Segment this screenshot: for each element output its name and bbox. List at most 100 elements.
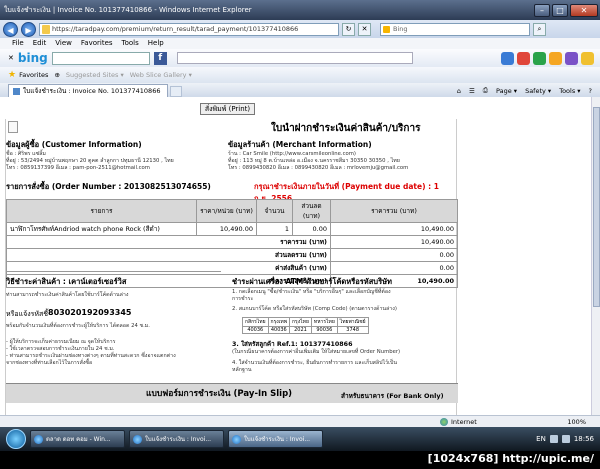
window-titlebar: ใบแจ้งชำระเงิน | Invoice No. 10137741086… xyxy=(0,0,600,20)
news-icon[interactable] xyxy=(533,51,546,65)
close-toolbar-icon[interactable]: ✕ xyxy=(8,54,14,62)
forward-button[interactable]: ▶ xyxy=(21,21,36,37)
code-kbank: 40036 xyxy=(242,326,269,334)
bank-ktb: กรุงไทย xyxy=(289,317,312,327)
atm-step-3: 3. ใส่หรัสลูกค้า Ref.1: 101377410866 xyxy=(232,341,353,348)
menu-bar: File Edit View Favorites Tools Help xyxy=(0,38,600,49)
counter-instruction: ท่านสามารถชำระเงินค่าสินค้าโดยใช้บาร์โค้… xyxy=(6,292,129,298)
menu-help[interactable]: Help xyxy=(148,38,164,49)
col-total: ราคารวม (บาท) xyxy=(330,199,458,223)
scrollbar-thumb[interactable] xyxy=(593,107,600,307)
order-number: รายการสั่งซื้อ (Order Number : 201308251… xyxy=(6,182,211,191)
volume-icon[interactable] xyxy=(561,435,570,443)
maximize-button[interactable]: □ xyxy=(552,3,568,17)
security-zone: Internet xyxy=(440,417,477,426)
address-bar: ◀ ▶ https://taradpay.com/premium/return_… xyxy=(0,20,600,38)
tab-invoice[interactable]: ใบแจ้งชำระเงิน : Invoice No. 10137741086… xyxy=(8,84,168,97)
menu-view[interactable]: View xyxy=(55,38,72,49)
tab-bar: ใบแจ้งชำระเงิน : Invoice No. 10137741086… xyxy=(0,83,600,97)
taskbar-item-invoice-2[interactable]: ใบแจ้งชำระเงิน : Invoi... xyxy=(228,430,323,448)
facebook-icon[interactable]: f xyxy=(153,51,167,65)
discount-total-value: 0.00 xyxy=(330,248,458,262)
star-icon[interactable] xyxy=(549,51,562,65)
ie-icon xyxy=(232,434,241,444)
favorites-button[interactable]: ★ Favorites xyxy=(8,70,48,80)
settings-icon[interactable] xyxy=(565,51,578,65)
safety-menu[interactable]: Safety ▾ xyxy=(525,87,551,95)
atm-step-1b: การชำระ xyxy=(232,296,254,302)
payslip-title: แบบฟอร์มการชำระเงิน (Pay-In Slip) xyxy=(146,389,293,399)
customer-heading: ข้อมูลผู้ซื้อ (Customer Information) xyxy=(6,140,142,149)
merchant-contact: โทร : 0899430820 อีเมล : 0899430820 อีเม… xyxy=(228,165,409,171)
search-input[interactable]: Bing xyxy=(380,22,530,36)
toolbar-icons xyxy=(501,51,600,65)
counter-instruction-2: พร้อมกับจำนวนเงินที่ต้องการชำระผู้ให้บริ… xyxy=(6,323,150,329)
start-button[interactable] xyxy=(6,429,26,449)
atm-heading: ชำระผ่านเครื่อง ATM ด้วยบาร์โค้ดหรือรหัส… xyxy=(232,277,392,286)
toolbar-search-input[interactable] xyxy=(51,51,150,65)
menu-favorites[interactable]: Favorites xyxy=(81,38,113,49)
mail-icon[interactable] xyxy=(517,51,530,65)
col-qty: จำนวน xyxy=(256,199,293,223)
tools-menu[interactable]: Tools ▾ xyxy=(559,87,580,95)
atm-step-2: 2. สแกนบาร์โค้ด หรือใส่รหัสบริษัท (Comp … xyxy=(232,306,397,312)
menu-tools[interactable]: Tools xyxy=(122,38,139,49)
item-price: 10,490.00 xyxy=(196,222,257,236)
back-button[interactable]: ◀ xyxy=(3,21,18,37)
network-icon[interactable] xyxy=(549,435,558,443)
language-indicator[interactable]: EN xyxy=(536,435,546,443)
minimize-button[interactable]: – xyxy=(534,3,550,17)
add-favorite-icon[interactable]: ⊕ xyxy=(54,71,59,79)
clock[interactable]: 18:56 xyxy=(574,435,594,443)
page-menu[interactable]: Page ▾ xyxy=(496,87,517,95)
tab-label: ใบแจ้งชำระเงิน : Invoice No. 10137741086… xyxy=(23,87,161,95)
taskbar-item-invoice-1[interactable]: ใบแจ้งชำระเงิน : Invoi... xyxy=(129,430,224,448)
status-bar: Internet 100% xyxy=(0,415,600,427)
taskbar-item-tarad[interactable]: ตลาด ดอท คอม - Win... xyxy=(30,430,125,448)
item-discount: 0.00 xyxy=(292,222,331,236)
code-ktb: 2021 xyxy=(289,326,312,334)
comp-code-table: กสิกรไทย กรุงเทพ กรุงไทย ทหารไทย ไทยพาณิ… xyxy=(242,317,369,334)
taskbar-label: ใบแจ้งชำระเงิน : Invoi... xyxy=(145,436,212,443)
stop-button[interactable]: ✕ xyxy=(358,22,371,36)
menu-file[interactable]: File xyxy=(12,38,24,49)
item-qty: 1 xyxy=(256,222,293,236)
table-header-row: รายการ ราคา/หน่วย (บาท) จำนวน ส่วนลด (บา… xyxy=(6,199,458,223)
bank-only-label: สำหรับธนาคาร (For Bank Only) xyxy=(341,392,444,400)
url-field[interactable]: https://taradpay.com/premium/return_resu… xyxy=(39,22,339,36)
watermark-text: [1024x768] http://upic.me/ xyxy=(427,452,594,465)
close-button[interactable]: ✕ xyxy=(570,3,598,17)
web-slice-gallery[interactable]: Web Slice Gallery ▾ xyxy=(130,71,192,79)
customer-contact: โทร : 0859137399 อีเมล : pam-pon-2511@ho… xyxy=(6,165,150,171)
code-tmb: 90036 xyxy=(310,326,338,334)
home-icon[interactable]: ⌂ xyxy=(457,87,461,95)
search-icon[interactable]: ⌕ xyxy=(533,22,546,36)
atm-step-4: 4. ใส่จำนวนเงินที่ต้องการชำระ, ยืนยันการ… xyxy=(232,360,397,366)
system-tray: EN 18:56 xyxy=(536,435,600,443)
customer-name: ชื่อ : ศิริพร แซ่ลิ้ม xyxy=(6,151,46,157)
feeds-icon[interactable]: ☰ xyxy=(469,87,475,95)
page-content: สั่งพิมพ์ (Print) ใบนำฝากชำระเงินค่าสินค… xyxy=(0,97,600,415)
print-icon[interactable]: ⎙ xyxy=(483,86,488,95)
zoom-level[interactable]: 100% xyxy=(567,418,600,426)
suggested-sites[interactable]: Suggested Sites ▾ xyxy=(66,71,124,79)
subtotal-value: 10,490.00 xyxy=(330,235,458,249)
vertical-scrollbar[interactable] xyxy=(591,97,600,415)
help-icon[interactable]: ? xyxy=(589,87,592,95)
menu-edit[interactable]: Edit xyxy=(33,38,47,49)
weather-icon[interactable] xyxy=(501,51,514,65)
print-button[interactable]: สั่งพิมพ์ (Print) xyxy=(200,103,255,115)
globe-icon xyxy=(440,417,448,426)
code-scb: 3748 xyxy=(336,326,369,334)
bank-scb: ไทยพาณิชย์ xyxy=(336,317,369,327)
refresh-button[interactable]: ↻ xyxy=(342,22,355,36)
shipping-value: 0.00 xyxy=(330,261,458,275)
customer-address: ที่อยู่ : 53/2494 หมู่บ้านพฤกษา 20 ตูคต … xyxy=(6,158,174,164)
game-icon[interactable] xyxy=(581,51,594,65)
bank-tmb: ทหารไทย xyxy=(310,317,338,327)
toolbar-field[interactable] xyxy=(176,52,413,64)
new-tab-button[interactable] xyxy=(170,86,182,97)
command-bar: ⌂ ☰ ⎙ Page ▾ Safety ▾ Tools ▾ ? xyxy=(457,84,600,97)
table-row: นาฬิกาโทรศัพท์Andriod watch phone Rock (… xyxy=(6,222,458,236)
taskbar: ตลาด ดอท คอม - Win... ใบแจ้งชำระเงิน : I… xyxy=(0,427,600,451)
